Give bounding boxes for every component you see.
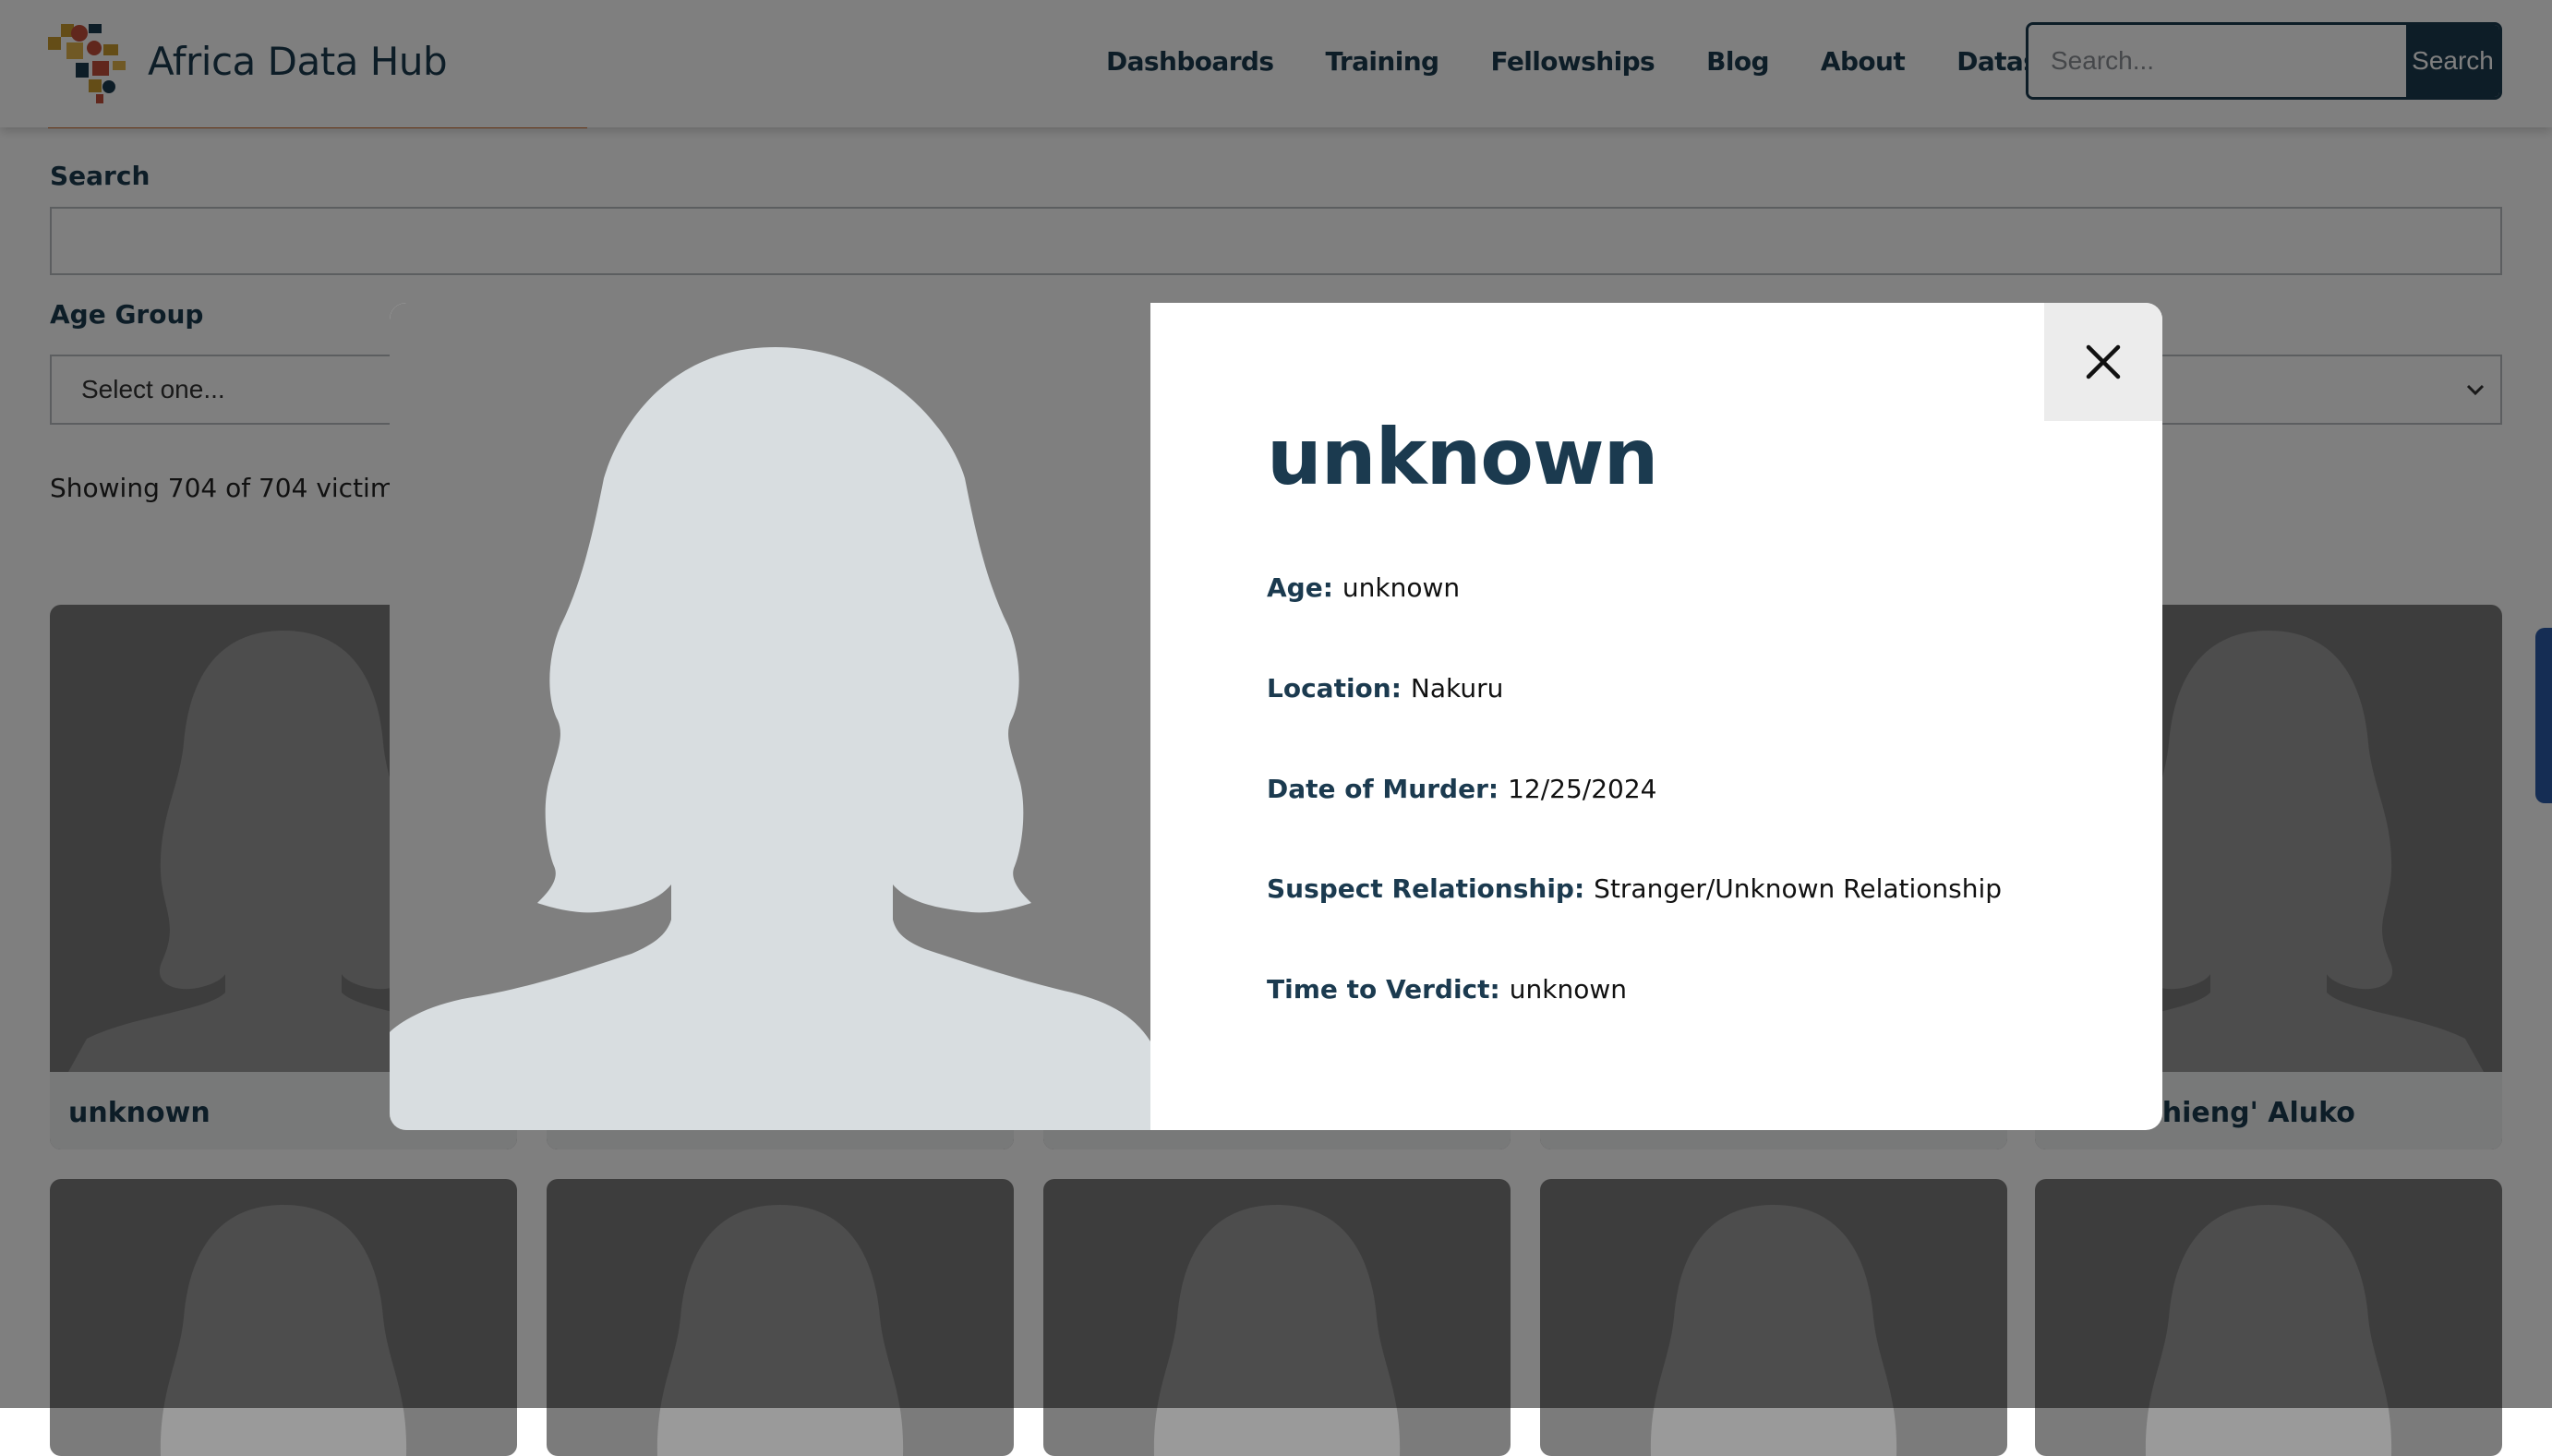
detail-verdict: Time to Verdict: unknown [1267, 974, 1627, 1005]
detail-date: Date of Murder: 12/25/2024 [1267, 774, 1656, 804]
detail-location-key: Location: [1267, 673, 1402, 704]
detail-suspect: Suspect Relationship: Stranger/Unknown Re… [1267, 873, 2002, 904]
detail-location-value: Nakuru [1410, 673, 1504, 704]
detail-suspect-key: Suspect Relationship: [1267, 873, 1585, 904]
detail-location: Location: Nakuru [1267, 673, 1503, 704]
close-icon [2086, 344, 2121, 379]
detail-date-key: Date of Murder: [1267, 774, 1499, 804]
detail-age: Age: unknown [1267, 572, 1460, 603]
detail-verdict-value: unknown [1509, 974, 1627, 1005]
victim-photo [390, 303, 1150, 1130]
detail-age-key: Age: [1267, 572, 1333, 603]
modal-title: unknown [1267, 412, 1658, 502]
close-button[interactable] [2044, 303, 2162, 421]
victim-modal: unknown Age: unknown Location: Nakuru Date… [390, 303, 2162, 1130]
detail-verdict-key: Time to Verdict: [1267, 974, 1500, 1005]
detail-suspect-value: Stranger/Unknown Relationship [1594, 873, 2003, 904]
detail-age-value: unknown [1342, 572, 1461, 603]
silhouette-icon [390, 347, 1150, 1130]
detail-date-value: 12/25/2024 [1508, 774, 1657, 804]
